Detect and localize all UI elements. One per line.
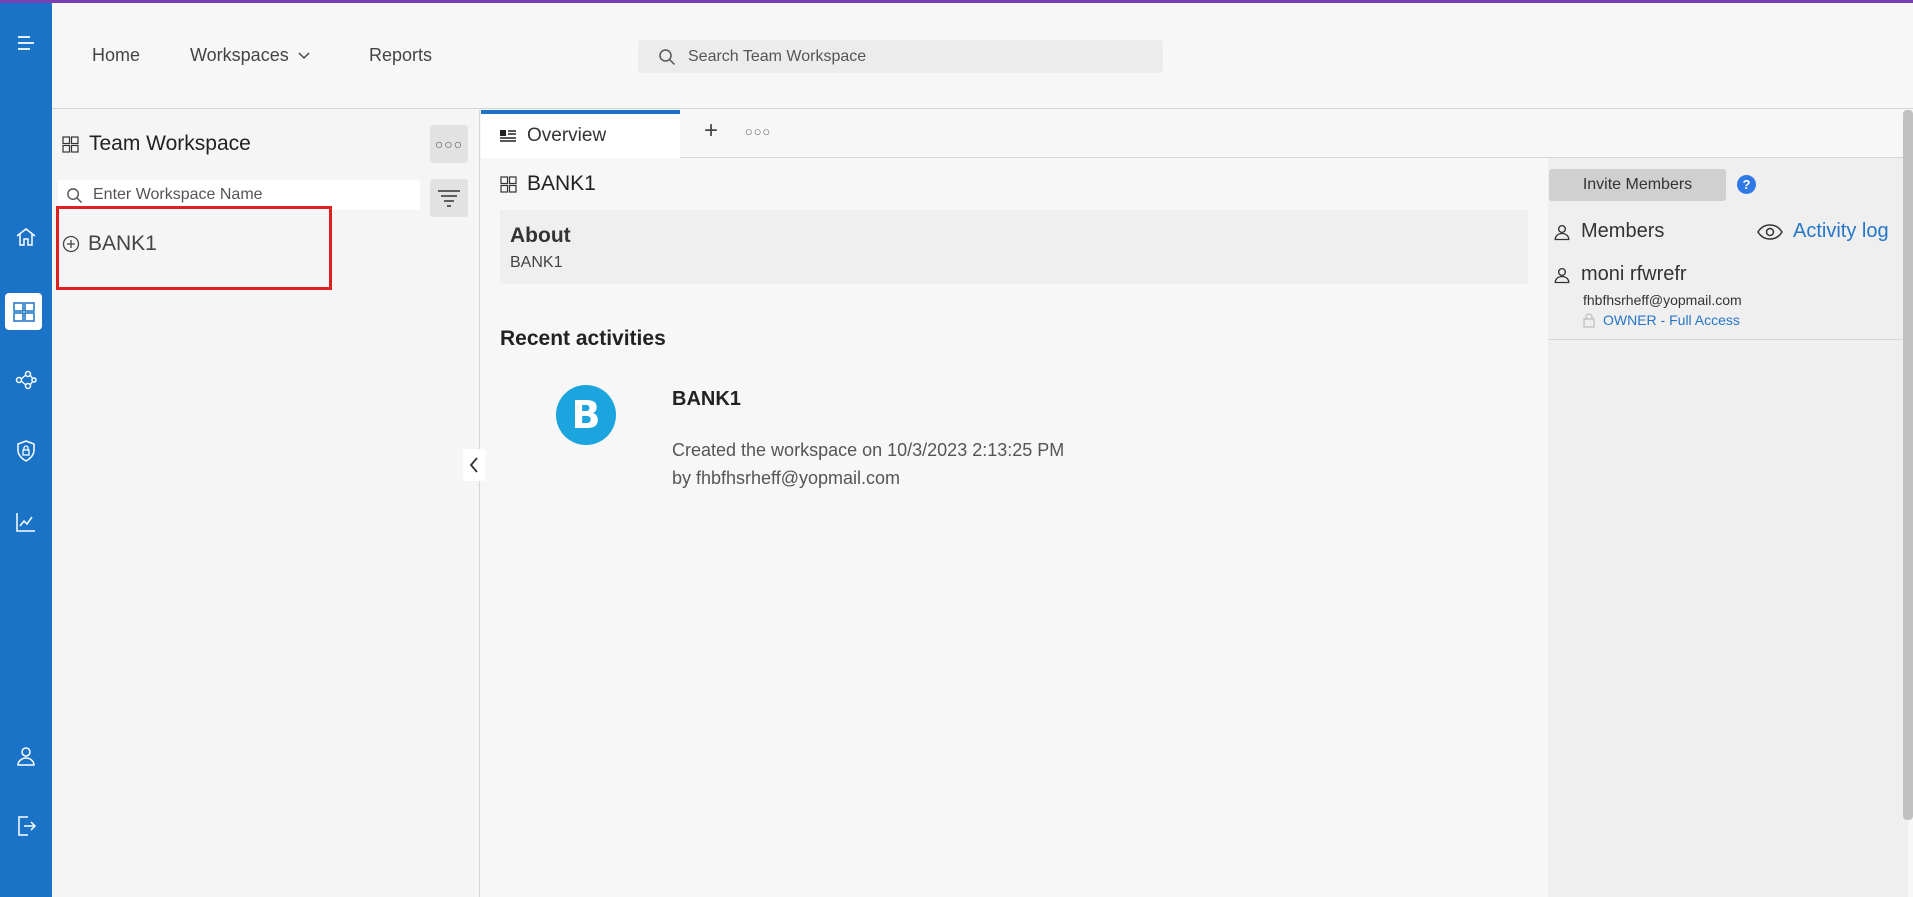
nav-home-label: Home xyxy=(92,45,141,65)
hamburger-icon[interactable] xyxy=(0,23,52,63)
chevron-down-icon xyxy=(298,51,310,59)
nav-workspaces[interactable]: Workspaces xyxy=(190,45,311,66)
workspace-grid-icon xyxy=(500,175,517,193)
nav-workspaces-label: Workspaces xyxy=(190,45,289,65)
expand-plus-icon[interactable] xyxy=(62,235,80,253)
members-heading: Members xyxy=(1553,220,1664,243)
tab-overview-label: Overview xyxy=(527,125,607,146)
activity-title: BANK1 xyxy=(672,388,741,410)
activity-log-link[interactable]: Activity log xyxy=(1757,220,1889,243)
more-dots-icon: ○○○ xyxy=(434,136,464,152)
activity-description: Created the workspace on 10/3/2023 2:13:… xyxy=(672,436,1064,492)
chart-icon[interactable] xyxy=(0,502,52,542)
panel-title: Team Workspace xyxy=(62,132,251,156)
add-tab-button[interactable]: + xyxy=(696,116,726,146)
tab-more-button[interactable]: ○○○ xyxy=(743,116,773,146)
workspace-panel: Team Workspace ○○○ BANK1 xyxy=(52,110,480,897)
avatar-letter: B xyxy=(571,393,601,437)
panel-more-button[interactable]: ○○○ xyxy=(430,125,468,163)
chevron-left-icon xyxy=(469,457,478,473)
workspace-name: BANK1 xyxy=(527,172,596,195)
user-icon xyxy=(1554,224,1570,240)
activity-avatar: B xyxy=(556,385,616,445)
home-icon[interactable] xyxy=(0,217,52,257)
collapse-panel-button[interactable] xyxy=(463,449,485,481)
workspace-header: BANK1 xyxy=(500,172,596,196)
workspace-item-label: BANK1 xyxy=(88,232,157,255)
shield-lock-icon[interactable] xyxy=(0,431,52,471)
top-bar: Home Workspaces Reports xyxy=(52,3,1913,109)
user-icon[interactable] xyxy=(0,736,52,776)
about-value: BANK1 xyxy=(510,254,563,271)
search-icon xyxy=(67,187,83,203)
tab-overview[interactable]: Overview xyxy=(481,110,680,158)
filter-icon xyxy=(438,190,460,207)
about-section: About BANK1 xyxy=(500,210,1528,284)
workspace-grid-icon xyxy=(62,135,79,153)
help-label: ? xyxy=(1742,177,1751,192)
nav-reports[interactable]: Reports xyxy=(369,45,432,66)
panel-title-text: Team Workspace xyxy=(89,132,251,155)
workspace-icon[interactable] xyxy=(5,293,42,330)
invite-members-label: Invite Members xyxy=(1582,176,1693,193)
nav-reports-label: Reports xyxy=(369,45,433,65)
logout-icon[interactable] xyxy=(0,806,52,846)
overview-icon xyxy=(500,130,516,142)
nav-home[interactable]: Home xyxy=(92,45,140,66)
plus-icon: + xyxy=(703,117,718,144)
workspace-item-bank1[interactable]: BANK1 xyxy=(62,232,157,256)
global-search-input[interactable] xyxy=(688,47,1128,66)
eye-icon xyxy=(1757,223,1783,240)
member-email: fhbfhsrheff@yopmail.com xyxy=(1583,292,1742,308)
members-heading-text: Members xyxy=(1581,220,1665,242)
activity-line2: by fhbfhsrheff@yopmail.com xyxy=(672,468,901,488)
recent-activities-heading: Recent activities xyxy=(500,327,666,350)
divider xyxy=(1548,339,1908,340)
global-search xyxy=(638,40,1163,73)
member-role: OWNER - Full Access xyxy=(1583,312,1740,328)
activity-line1: Created the workspace on 10/3/2023 2:13:… xyxy=(672,440,1065,460)
activity-log-label: Activity log xyxy=(1793,220,1889,242)
more-dots-icon: ○○○ xyxy=(744,123,772,139)
share-network-icon[interactable] xyxy=(0,360,52,400)
workspace-search-input[interactable] xyxy=(93,186,413,204)
tab-bar: Overview + ○○○ xyxy=(481,110,1913,158)
icon-rail xyxy=(0,3,52,897)
search-icon xyxy=(659,48,676,65)
member-name: moni rfwrefr xyxy=(1581,263,1687,285)
about-heading: About xyxy=(510,224,571,247)
invite-members-button[interactable]: Invite Members xyxy=(1549,169,1726,201)
scrollbar[interactable] xyxy=(1903,110,1913,820)
user-icon xyxy=(1554,267,1570,283)
lock-icon xyxy=(1583,312,1595,328)
member-role-text: OWNER - Full Access xyxy=(1603,312,1740,328)
help-icon[interactable]: ? xyxy=(1737,175,1756,194)
member-row: moni rfwrefr xyxy=(1553,263,1687,286)
filter-button[interactable] xyxy=(430,179,468,217)
